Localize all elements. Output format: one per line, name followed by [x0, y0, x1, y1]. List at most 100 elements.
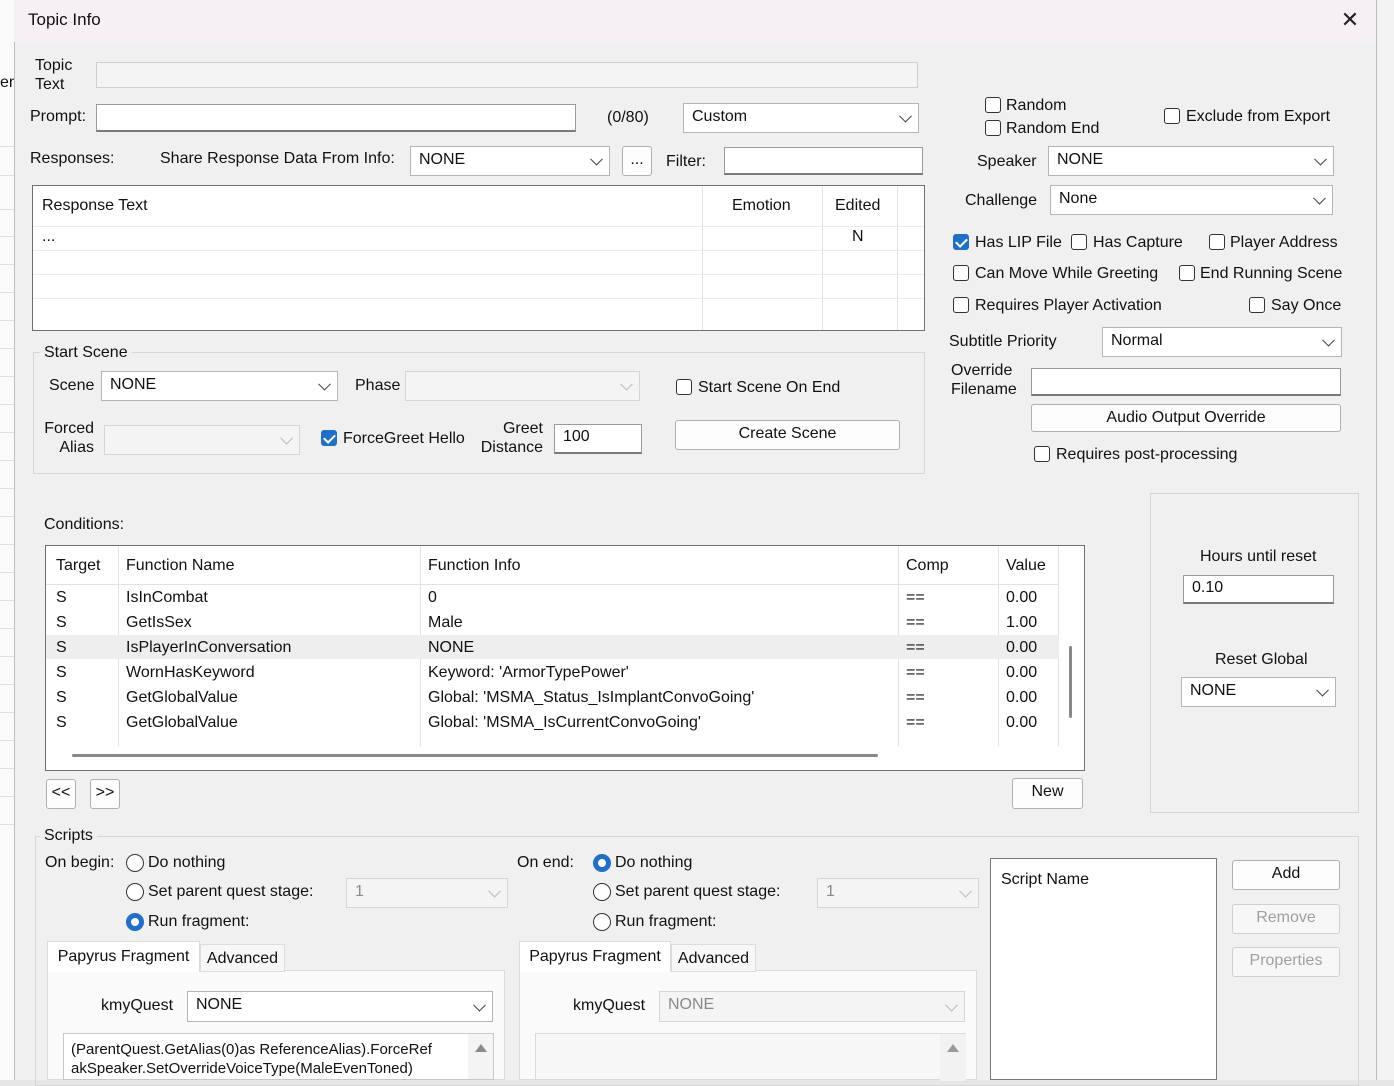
- responses-header-text[interactable]: Response Text: [42, 197, 148, 215]
- exclude-from-export-label: Exclude from Export: [1186, 108, 1331, 125]
- speaker-dropdown[interactable]: NONE: [1048, 146, 1334, 176]
- conditions-header-value[interactable]: Value: [1006, 557, 1046, 575]
- conditions-table[interactable]: Target Function Name Function Info Comp …: [45, 545, 1085, 771]
- filter-input[interactable]: [724, 147, 923, 175]
- conditions-header-info[interactable]: Function Info: [428, 557, 521, 575]
- on-end-set-stage-radio[interactable]: [593, 883, 611, 901]
- responses-header-emotion[interactable]: Emotion: [732, 197, 791, 215]
- scroll-up-icon[interactable]: [947, 1044, 959, 1052]
- has-capture-checkbox[interactable]: [1071, 234, 1087, 250]
- subtitle-priority-dropdown[interactable]: Normal: [1102, 327, 1342, 357]
- conditions-prev-button[interactable]: <<: [46, 779, 76, 809]
- random-end-checkbox[interactable]: [985, 120, 1001, 136]
- on-begin-run-fragment-label: Run fragment:: [148, 913, 250, 930]
- requires-post-processing-label: Requires post-processing: [1056, 446, 1238, 463]
- add-script-button[interactable]: Add: [1232, 860, 1340, 890]
- override-filename-input[interactable]: [1031, 368, 1341, 396]
- close-icon[interactable]: ✕: [1336, 6, 1364, 34]
- vertical-scrollbar[interactable]: [1069, 646, 1072, 718]
- prompt-counter: (0/80): [607, 109, 649, 126]
- on-begin-set-stage-radio[interactable]: [126, 883, 144, 901]
- cond-value-cell: 0.00: [1006, 714, 1038, 731]
- start-scene-on-end-label: Start Scene On End: [698, 379, 841, 396]
- filter-label: Filter:: [666, 153, 706, 170]
- on-end-do-nothing-radio[interactable]: [593, 854, 611, 872]
- phase-dropdown[interactable]: [405, 371, 640, 401]
- conditions-header-comp[interactable]: Comp: [906, 557, 949, 575]
- random-label: Random: [1006, 97, 1067, 114]
- on-begin-do-nothing-label: Do nothing: [148, 854, 226, 871]
- script-list-header[interactable]: Script Name: [1001, 871, 1089, 889]
- on-begin-fragment-code-editor[interactable]: (ParentQuest.GetAlias(0)as ReferenceAlia…: [63, 1033, 494, 1080]
- hours-until-reset-input[interactable]: 0.10: [1183, 575, 1334, 604]
- code-line: (ParentQuest.GetAlias(0)as ReferenceAlia…: [71, 1041, 432, 1058]
- conditions-next-button[interactable]: >>: [90, 779, 120, 809]
- responses-header-edited[interactable]: Edited: [835, 197, 880, 215]
- cond-value-cell: 0.00: [1006, 639, 1038, 656]
- on-end-fragment-code-editor[interactable]: [535, 1033, 966, 1081]
- prompt-type-dropdown[interactable]: Custom: [683, 103, 919, 133]
- code-scrollbar[interactable]: [940, 1034, 966, 1081]
- tab-on-end-papyrus-fragment[interactable]: Papyrus Fragment: [519, 941, 671, 972]
- forcegreet-hello-checkbox[interactable]: [321, 430, 337, 446]
- script-properties-button[interactable]: Properties: [1232, 947, 1340, 977]
- forced-alias-dropdown[interactable]: [104, 425, 300, 455]
- scroll-up-icon[interactable]: [475, 1044, 487, 1052]
- exclude-from-export-checkbox[interactable]: [1164, 108, 1180, 124]
- reset-global-dropdown[interactable]: NONE: [1181, 677, 1336, 707]
- conditions-header-target[interactable]: Target: [56, 557, 100, 575]
- chevron-down-icon: [1314, 152, 1327, 166]
- on-begin-stage-dropdown[interactable]: 1: [346, 878, 508, 908]
- responses-label: Responses:: [30, 150, 115, 167]
- topic-text-label: Topic Text: [35, 57, 73, 93]
- create-scene-button[interactable]: Create Scene: [675, 420, 900, 450]
- cond-comp-cell: ==: [906, 614, 925, 631]
- chevron-down-icon: [473, 998, 486, 1012]
- responses-table[interactable]: Response Text Emotion Edited ... N: [32, 185, 925, 331]
- conditions-new-button[interactable]: New: [1012, 778, 1083, 809]
- on-begin-run-fragment-radio[interactable]: [126, 913, 144, 931]
- end-running-scene-checkbox[interactable]: [1179, 265, 1195, 281]
- scripts-group-label: Scripts: [40, 827, 97, 845]
- player-address-checkbox[interactable]: [1209, 234, 1225, 250]
- remove-script-button[interactable]: Remove: [1232, 904, 1340, 934]
- say-once-checkbox[interactable]: [1249, 297, 1265, 313]
- horizontal-scrollbar[interactable]: [72, 754, 878, 757]
- has-lip-file-checkbox[interactable]: [953, 234, 969, 250]
- share-response-browse-button[interactable]: ...: [622, 146, 652, 176]
- response-text-cell: ...: [42, 228, 56, 245]
- share-response-label: Share Response Data From Info:: [160, 150, 395, 167]
- tab-on-end-advanced[interactable]: Advanced: [671, 944, 756, 972]
- can-move-while-greeting-checkbox[interactable]: [953, 265, 969, 281]
- on-end-kmyquest-dropdown[interactable]: NONE: [659, 991, 965, 1022]
- cond-function-cell: GetGlobalValue: [126, 689, 238, 706]
- topic-text-field[interactable]: [96, 62, 918, 88]
- hours-until-reset-label: Hours until reset: [1200, 548, 1317, 565]
- tab-on-begin-advanced[interactable]: Advanced: [200, 944, 285, 972]
- chevron-down-icon: [1316, 683, 1329, 697]
- on-end-stage-dropdown[interactable]: 1: [817, 878, 979, 908]
- on-begin-kmyquest-dropdown[interactable]: NONE: [187, 991, 493, 1022]
- challenge-dropdown[interactable]: None: [1050, 185, 1333, 215]
- random-end-label: Random End: [1006, 120, 1100, 137]
- greet-distance-input[interactable]: 100: [554, 424, 642, 454]
- tab-on-begin-papyrus-fragment[interactable]: Papyrus Fragment: [47, 941, 200, 972]
- prompt-input[interactable]: [96, 104, 576, 132]
- conditions-header-function[interactable]: Function Name: [126, 557, 235, 575]
- on-end-kmyquest-label: kmyQuest: [573, 997, 646, 1014]
- requires-post-processing-checkbox[interactable]: [1034, 446, 1050, 462]
- start-scene-on-end-checkbox[interactable]: [676, 379, 692, 395]
- script-list[interactable]: Script Name: [990, 858, 1217, 1080]
- requires-player-activation-checkbox[interactable]: [953, 297, 969, 313]
- on-begin-label: On begin:: [45, 854, 115, 871]
- forcegreet-hello-label: ForceGreet Hello: [343, 430, 465, 447]
- on-begin-do-nothing-radio[interactable]: [126, 854, 144, 872]
- code-scrollbar[interactable]: [468, 1034, 493, 1079]
- conditions-label: Conditions:: [44, 516, 125, 533]
- share-response-dropdown[interactable]: NONE: [410, 146, 610, 176]
- on-end-run-fragment-radio[interactable]: [593, 913, 611, 931]
- audio-output-override-button[interactable]: Audio Output Override: [1031, 404, 1341, 432]
- scene-dropdown[interactable]: NONE: [101, 371, 338, 401]
- override-filename-label: Override Filename: [951, 362, 1017, 398]
- random-checkbox[interactable]: [985, 97, 1001, 113]
